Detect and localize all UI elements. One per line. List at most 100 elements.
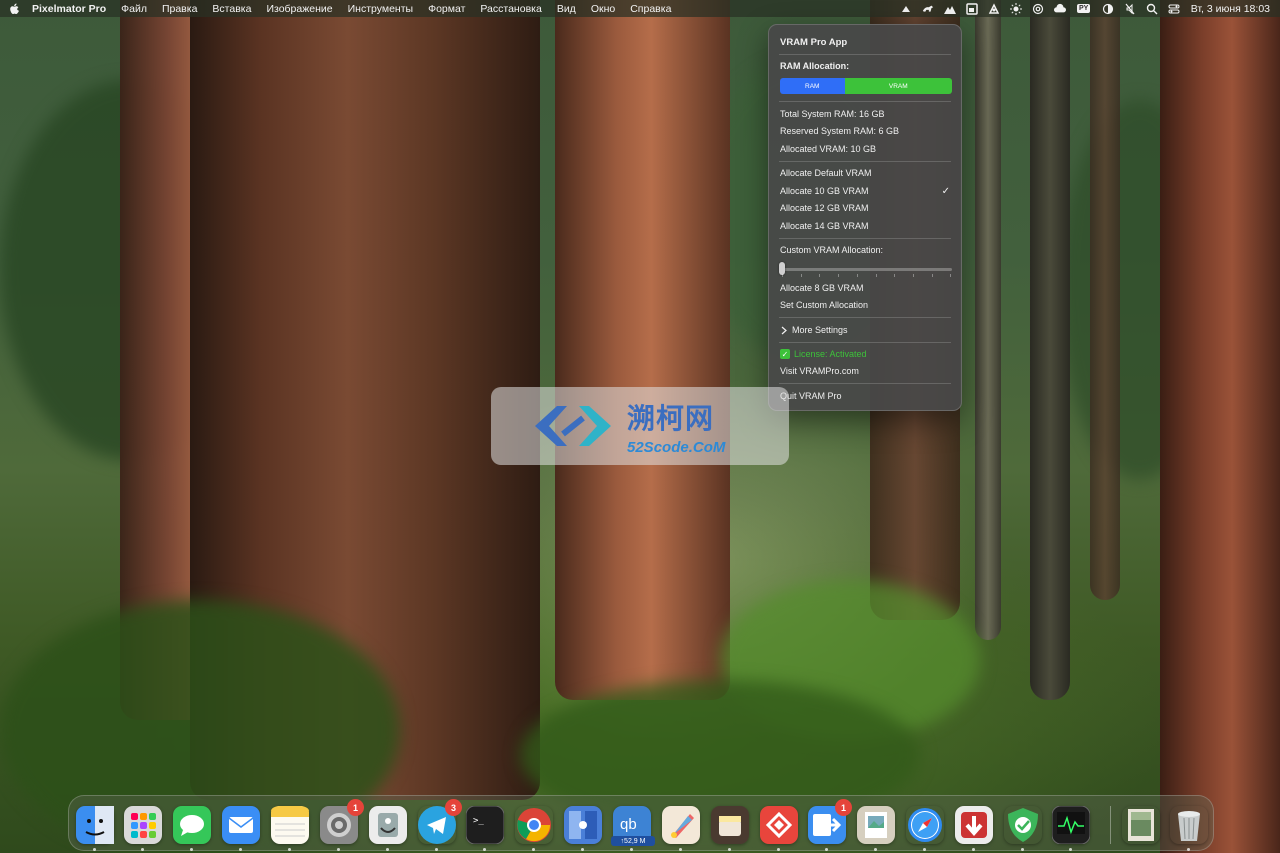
- menu-separator: [779, 317, 951, 318]
- menu-item-label: Allocate 12 GB VRAM: [780, 203, 869, 213]
- running-indicator: [972, 848, 975, 851]
- control-center-icon[interactable]: [1163, 0, 1185, 17]
- dock-migration-assistant-icon[interactable]: 1: [808, 799, 852, 844]
- running-indicator: [141, 848, 144, 851]
- mute-icon[interactable]: [1119, 0, 1141, 17]
- custom-vram-slider[interactable]: [780, 268, 952, 271]
- menu-window[interactable]: Окно: [591, 3, 615, 15]
- horse-icon[interactable]: [917, 0, 939, 17]
- search-icon[interactable]: [1141, 0, 1163, 17]
- notification-badge: 3: [445, 799, 462, 816]
- visit-website-item[interactable]: Visit VRAMPro.com: [780, 364, 950, 378]
- vram-pro-icon[interactable]: [895, 0, 917, 17]
- chevron-right-icon: [781, 326, 787, 334]
- tree-trunk: [1030, 0, 1070, 700]
- menu-view[interactable]: Вид: [557, 3, 576, 15]
- dock-system-settings-icon[interactable]: 1: [320, 799, 364, 844]
- dock-messages-icon[interactable]: [173, 806, 211, 844]
- watermark-logo-icon: [535, 406, 611, 446]
- dock-trash-icon[interactable]: [1170, 806, 1208, 844]
- allocate-12gb-vram-item[interactable]: Allocate 12 GB VRAM: [780, 201, 950, 215]
- dock-screen-sharing-icon[interactable]: [564, 806, 602, 844]
- watermark: 溯柯网 52Scode.CoM: [491, 387, 789, 465]
- menu-bar: Pixelmator Pro Файл Правка Вставка Изобр…: [0, 0, 1280, 17]
- dock-notes-icon[interactable]: [271, 806, 309, 844]
- menu-image[interactable]: Изображение: [266, 3, 332, 15]
- menu-item-label: Allocate Default VRAM: [780, 168, 872, 178]
- set-custom-allocation-item[interactable]: Set Custom Allocation: [780, 298, 950, 312]
- halfmoon-icon[interactable]: [1097, 0, 1119, 17]
- menu-arrange[interactable]: Расстановка: [480, 3, 541, 15]
- slider-tick: [800, 274, 802, 277]
- dock-activity-monitor-icon[interactable]: [1052, 806, 1090, 844]
- dock-mail-icon[interactable]: [222, 806, 260, 844]
- dock-chrome-icon[interactable]: [515, 806, 553, 844]
- dock-adguard-icon[interactable]: [1004, 806, 1042, 844]
- menu-tools[interactable]: Инструменты: [348, 3, 413, 15]
- menu-insert[interactable]: Вставка: [212, 3, 251, 15]
- brightness-icon[interactable]: [1005, 0, 1027, 17]
- allocate-14gb-vram-item[interactable]: Allocate 14 GB VRAM: [780, 219, 950, 233]
- checkmark-icon: ✓: [941, 185, 950, 197]
- allocate-8gb-vram-item[interactable]: Allocate 8 GB VRAM: [780, 281, 950, 295]
- running-indicator: [1021, 848, 1024, 851]
- menu-separator: [779, 54, 951, 55]
- slider-tick: [894, 274, 896, 277]
- dock-divider: [1110, 806, 1111, 844]
- dock-finder-icon[interactable]: [76, 806, 114, 844]
- running-indicator: [581, 848, 584, 851]
- allocation-bar: RAM VRAM: [780, 78, 952, 94]
- license-label: License: Activated: [794, 349, 867, 359]
- menu-item-label: Allocate 14 GB VRAM: [780, 221, 869, 231]
- dock-telegram-icon[interactable]: 3: [418, 799, 462, 844]
- running-indicator: [728, 848, 731, 851]
- dock-launchpad-icon[interactable]: [124, 806, 162, 844]
- slider-tick: [782, 274, 783, 277]
- dock-anydesk-icon[interactable]: [760, 806, 798, 844]
- dock-pixelmator-pro-icon[interactable]: [662, 806, 700, 844]
- dock-downloads-stack-icon[interactable]: [1122, 806, 1160, 844]
- tree-trunk: [1160, 0, 1280, 853]
- more-settings-item[interactable]: More Settings: [780, 323, 950, 337]
- svg-text:>_: >_: [473, 816, 484, 826]
- paint-icon[interactable]: [983, 0, 1005, 17]
- running-indicator: [93, 848, 96, 851]
- slider-tick: [912, 274, 914, 277]
- quit-item[interactable]: Quit VRAM Pro: [780, 389, 950, 403]
- menu-help[interactable]: Справка: [630, 3, 671, 15]
- allocate-default-vram-item[interactable]: Allocate Default VRAM: [780, 166, 950, 180]
- dock-disk-utility-icon[interactable]: [369, 806, 407, 844]
- vram-pro-menu: VRAM Pro App RAM Allocation: RAM VRAM To…: [768, 24, 962, 411]
- mountain-icon[interactable]: [939, 0, 961, 17]
- slider-tick: [856, 274, 858, 277]
- upload-speed-label: ↑52,9 M: [611, 836, 655, 846]
- menu-format[interactable]: Формат: [428, 3, 465, 15]
- running-indicator: [777, 848, 780, 851]
- allocation-bar-vram: VRAM: [844, 78, 952, 94]
- menu-edit[interactable]: Правка: [162, 3, 197, 15]
- dock-qbittorrent-icon[interactable]: qb ↑52,9 M: [611, 806, 655, 846]
- keyboard-layout-label: PY: [1077, 4, 1091, 13]
- menu-file[interactable]: Файл: [121, 3, 147, 15]
- dock-vram-pro-icon[interactable]: [711, 806, 749, 844]
- dock-terminal-icon[interactable]: >_: [466, 806, 504, 844]
- menubar-clock[interactable]: Вт, 3 июня 18:03: [1191, 3, 1270, 15]
- menu-separator: [779, 238, 951, 239]
- dock-safari-icon[interactable]: [906, 806, 944, 844]
- menu-separator: [779, 342, 951, 343]
- creative-cloud-icon[interactable]: [1049, 0, 1071, 17]
- allocate-10gb-vram-item[interactable]: Allocate 10 GB VRAM ✓: [780, 184, 950, 198]
- dock-preview-icon[interactable]: [857, 806, 895, 844]
- at-icon[interactable]: [1027, 0, 1049, 17]
- running-indicator: [337, 848, 340, 851]
- running-indicator: [190, 848, 193, 851]
- dock-downie-icon[interactable]: [955, 806, 993, 844]
- apple-menu-icon[interactable]: [8, 3, 20, 15]
- menu-app-name[interactable]: Pixelmator Pro: [32, 3, 106, 15]
- watermark-cn-text: 溯柯网: [627, 401, 715, 435]
- running-indicator: [288, 848, 291, 851]
- keyboard-layout-icon[interactable]: PY: [1071, 0, 1097, 17]
- menu-title: VRAM Pro App: [780, 36, 848, 48]
- running-indicator: [435, 848, 438, 851]
- window-icon[interactable]: [961, 0, 983, 17]
